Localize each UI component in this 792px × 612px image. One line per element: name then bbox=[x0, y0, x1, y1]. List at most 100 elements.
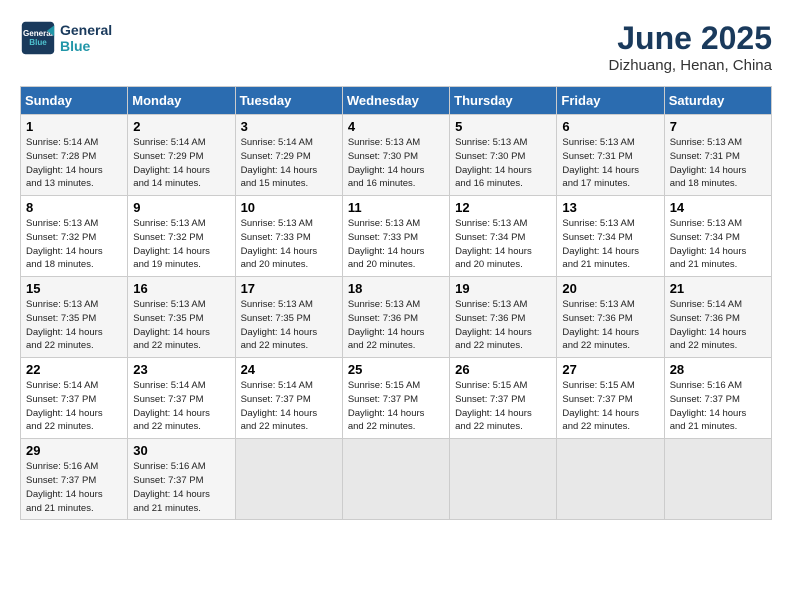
day-number: 12 bbox=[455, 200, 551, 215]
day-cell-3: 3Sunrise: 5:14 AMSunset: 7:29 PMDaylight… bbox=[235, 115, 342, 196]
day-header-tuesday: Tuesday bbox=[235, 87, 342, 115]
day-cell-1: 1 Sunrise: 5:14 AMSunset: 7:28 PMDaylight… bbox=[21, 115, 128, 196]
day-number: 5 bbox=[455, 119, 551, 134]
logo-text-line2: Blue bbox=[60, 38, 112, 54]
day-cell-9: 9 Sunrise: 5:13 AMSunset: 7:32 PMDaylight… bbox=[128, 196, 235, 277]
day-info: Sunrise: 5:13 AMSunset: 7:34 PMDaylight:… bbox=[670, 218, 747, 270]
day-cell-7: 7Sunrise: 5:13 AMSunset: 7:31 PMDaylight… bbox=[664, 115, 771, 196]
day-header-friday: Friday bbox=[557, 87, 664, 115]
day-info: Sunrise: 5:14 AMSunset: 7:37 PMDaylight:… bbox=[133, 380, 210, 432]
day-number: 30 bbox=[133, 443, 229, 458]
day-header-monday: Monday bbox=[128, 87, 235, 115]
day-number: 11 bbox=[348, 200, 444, 215]
header: General Blue General Blue June 2025 Dizh… bbox=[20, 20, 772, 74]
day-cell-4: 4 Sunrise: 5:13 AMSunset: 7:30 PMDaylight… bbox=[342, 115, 449, 196]
day-cell-14: 14 Sunrise: 5:13 AMSunset: 7:34 PMDayligh… bbox=[664, 196, 771, 277]
day-number: 9 bbox=[133, 200, 229, 215]
day-info: Sunrise: 5:13 AMSunset: 7:33 PMDaylight:… bbox=[241, 218, 318, 270]
day-info: Sunrise: 5:15 AMSunset: 7:37 PMDaylight:… bbox=[562, 380, 639, 432]
day-info: Sunrise: 5:13 AMSunset: 7:34 PMDaylight:… bbox=[562, 218, 639, 270]
day-number: 17 bbox=[241, 281, 337, 296]
day-cell-8: 8Sunrise: 5:13 AMSunset: 7:32 PMDaylight… bbox=[21, 196, 128, 277]
day-cell-15: 15Sunrise: 5:13 AMSunset: 7:35 PMDayligh… bbox=[21, 277, 128, 358]
day-number: 26 bbox=[455, 362, 551, 377]
day-header-thursday: Thursday bbox=[450, 87, 557, 115]
day-header-saturday: Saturday bbox=[664, 87, 771, 115]
empty-cell bbox=[557, 439, 664, 520]
day-number: 27 bbox=[562, 362, 658, 377]
day-cell-20: 20Sunrise: 5:13 AMSunset: 7:36 PMDayligh… bbox=[557, 277, 664, 358]
day-number: 23 bbox=[133, 362, 229, 377]
week-row-1: 1 Sunrise: 5:14 AMSunset: 7:28 PMDaylight… bbox=[21, 115, 772, 196]
day-cell-26: 26 Sunrise: 5:15 AMSunset: 7:37 PMDayligh… bbox=[450, 358, 557, 439]
day-number: 18 bbox=[348, 281, 444, 296]
day-info: Sunrise: 5:16 AMSunset: 7:37 PMDaylight:… bbox=[670, 380, 747, 432]
day-header-sunday: Sunday bbox=[21, 87, 128, 115]
day-number: 19 bbox=[455, 281, 551, 296]
day-cell-24: 24 Sunrise: 5:14 AMSunset: 7:37 PMDayligh… bbox=[235, 358, 342, 439]
day-info: Sunrise: 5:13 AMSunset: 7:34 PMDaylight:… bbox=[455, 218, 532, 270]
logo-text-line1: General bbox=[60, 22, 112, 38]
day-number: 13 bbox=[562, 200, 658, 215]
day-number: 22 bbox=[26, 362, 122, 377]
day-number: 24 bbox=[241, 362, 337, 377]
day-info: Sunrise: 5:14 AMSunset: 7:29 PMDaylight:… bbox=[241, 137, 318, 189]
empty-cell bbox=[235, 439, 342, 520]
day-number: 4 bbox=[348, 119, 444, 134]
day-info: Sunrise: 5:14 AMSunset: 7:37 PMDaylight:… bbox=[241, 380, 318, 432]
day-cell-10: 10Sunrise: 5:13 AMSunset: 7:33 PMDayligh… bbox=[235, 196, 342, 277]
day-number: 15 bbox=[26, 281, 122, 296]
day-info: Sunrise: 5:15 AMSunset: 7:37 PMDaylight:… bbox=[348, 380, 425, 432]
day-info: Sunrise: 5:13 AMSunset: 7:35 PMDaylight:… bbox=[133, 299, 210, 351]
day-number: 6 bbox=[562, 119, 658, 134]
empty-cell bbox=[342, 439, 449, 520]
logo: General Blue General Blue bbox=[20, 20, 112, 56]
day-cell-11: 11Sunrise: 5:13 AMSunset: 7:33 PMDayligh… bbox=[342, 196, 449, 277]
location: Dizhuang, Henan, China bbox=[609, 57, 772, 74]
calendar-table: SundayMondayTuesdayWednesdayThursdayFrid… bbox=[20, 86, 772, 520]
day-cell-12: 12 Sunrise: 5:13 AMSunset: 7:34 PMDayligh… bbox=[450, 196, 557, 277]
day-number: 14 bbox=[670, 200, 766, 215]
empty-cell bbox=[450, 439, 557, 520]
day-info: Sunrise: 5:13 AMSunset: 7:32 PMDaylight:… bbox=[26, 218, 103, 270]
day-info: Sunrise: 5:14 AMSunset: 7:36 PMDaylight:… bbox=[670, 299, 747, 351]
week-row-5: 29Sunrise: 5:16 AMSunset: 7:37 PMDayligh… bbox=[21, 439, 772, 520]
day-info: Sunrise: 5:13 AMSunset: 7:31 PMDaylight:… bbox=[562, 137, 639, 189]
day-info: Sunrise: 5:15 AMSunset: 7:37 PMDaylight:… bbox=[455, 380, 532, 432]
day-info: Sunrise: 5:13 AMSunset: 7:30 PMDaylight:… bbox=[348, 137, 425, 189]
day-cell-5: 5 Sunrise: 5:13 AMSunset: 7:30 PMDaylight… bbox=[450, 115, 557, 196]
day-cell-16: 16 Sunrise: 5:13 AMSunset: 7:35 PMDayligh… bbox=[128, 277, 235, 358]
day-info: Sunrise: 5:13 AMSunset: 7:31 PMDaylight:… bbox=[670, 137, 747, 189]
day-cell-18: 18 Sunrise: 5:13 AMSunset: 7:36 PMDayligh… bbox=[342, 277, 449, 358]
logo-icon: General Blue bbox=[20, 20, 56, 56]
day-info: Sunrise: 5:13 AMSunset: 7:30 PMDaylight:… bbox=[455, 137, 532, 189]
day-cell-28: 28 Sunrise: 5:16 AMSunset: 7:37 PMDayligh… bbox=[664, 358, 771, 439]
day-cell-6: 6 Sunrise: 5:13 AMSunset: 7:31 PMDaylight… bbox=[557, 115, 664, 196]
title-area: June 2025 Dizhuang, Henan, China bbox=[609, 20, 772, 74]
empty-cell bbox=[664, 439, 771, 520]
day-number: 21 bbox=[670, 281, 766, 296]
month-title: June 2025 bbox=[609, 20, 772, 57]
day-cell-30: 30 Sunrise: 5:16 AMSunset: 7:37 PMDayligh… bbox=[128, 439, 235, 520]
day-info: Sunrise: 5:13 AMSunset: 7:35 PMDaylight:… bbox=[241, 299, 318, 351]
day-cell-25: 25 Sunrise: 5:15 AMSunset: 7:37 PMDayligh… bbox=[342, 358, 449, 439]
day-info: Sunrise: 5:16 AMSunset: 7:37 PMDaylight:… bbox=[133, 461, 210, 513]
day-info: Sunrise: 5:13 AMSunset: 7:36 PMDaylight:… bbox=[562, 299, 639, 351]
day-info: Sunrise: 5:16 AMSunset: 7:37 PMDaylight:… bbox=[26, 461, 103, 513]
days-header-row: SundayMondayTuesdayWednesdayThursdayFrid… bbox=[21, 87, 772, 115]
day-info: Sunrise: 5:13 AMSunset: 7:32 PMDaylight:… bbox=[133, 218, 210, 270]
day-cell-21: 21 Sunrise: 5:14 AMSunset: 7:36 PMDayligh… bbox=[664, 277, 771, 358]
day-cell-23: 23 Sunrise: 5:14 AMSunset: 7:37 PMDayligh… bbox=[128, 358, 235, 439]
week-row-3: 15 Sunrise: 5:13 AMSunset: 7:35 PMDayligh… bbox=[21, 277, 772, 358]
day-header-wednesday: Wednesday bbox=[342, 87, 449, 115]
day-cell-22: 22Sunrise: 5:14 AMSunset: 7:37 PMDayligh… bbox=[21, 358, 128, 439]
day-number: 1 bbox=[26, 119, 122, 134]
day-cell-13: 13 Sunrise: 5:13 AMSunset: 7:34 PMDayligh… bbox=[557, 196, 664, 277]
day-info: Sunrise: 5:14 AMSunset: 7:28 PMDaylight:… bbox=[26, 137, 103, 189]
day-info: Sunrise: 5:13 AMSunset: 7:36 PMDaylight:… bbox=[455, 299, 532, 351]
day-number: 16 bbox=[133, 281, 229, 296]
day-number: 28 bbox=[670, 362, 766, 377]
day-number: 25 bbox=[348, 362, 444, 377]
day-info: Sunrise: 5:13 AMSunset: 7:36 PMDaylight:… bbox=[348, 299, 425, 351]
svg-text:Blue: Blue bbox=[29, 38, 47, 47]
